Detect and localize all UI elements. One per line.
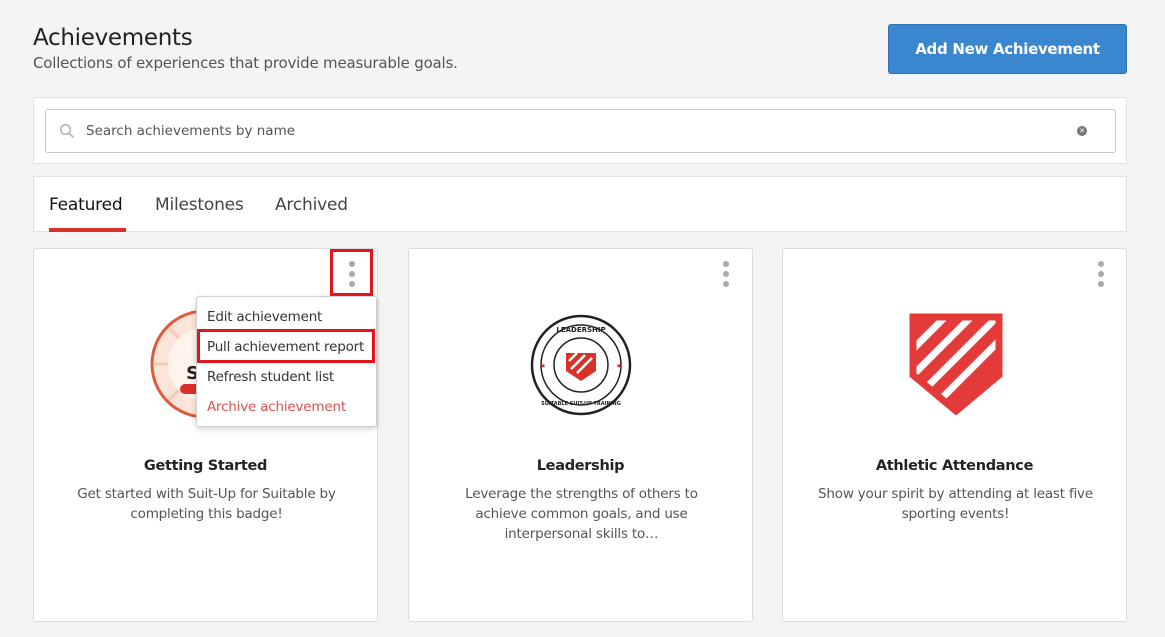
leadership-badge-bottom-text: SUITABLE SUIT-UP TRAINING bbox=[541, 401, 621, 407]
card-options-kebab-icon[interactable] bbox=[720, 261, 732, 287]
highlight-box-pull-report bbox=[197, 329, 375, 363]
search-icon bbox=[59, 123, 74, 138]
search-panel: ✕ bbox=[33, 97, 1127, 164]
page-header: Achievements Collections of experiences … bbox=[33, 24, 458, 72]
menu-item-edit-achievement[interactable]: Edit achievement bbox=[207, 309, 322, 325]
highlight-box-kebab bbox=[330, 249, 373, 296]
svg-text:★: ★ bbox=[540, 362, 546, 370]
menu-item-refresh-student-list[interactable]: Refresh student list bbox=[207, 369, 334, 385]
leadership-badge-icon: LEADERSHIP SUITABLE SUIT-UP TRAINING ★ ★ bbox=[530, 314, 632, 416]
card-title: Athletic Attendance bbox=[875, 458, 1034, 474]
card-title: Leadership bbox=[536, 458, 625, 474]
page-subtitle: Collections of experiences that provide … bbox=[33, 54, 458, 72]
achievement-card-leadership[interactable]: LEADERSHIP SUITABLE SUIT-UP TRAINING ★ ★… bbox=[408, 248, 753, 622]
tab-featured[interactable]: Featured bbox=[49, 195, 123, 215]
card-title: Getting Started bbox=[143, 458, 268, 474]
add-new-achievement-button[interactable]: Add New Achievement bbox=[888, 24, 1127, 74]
search-box: ✕ bbox=[45, 109, 1116, 153]
search-input[interactable] bbox=[86, 110, 1046, 152]
card-description: Show your spirit by attending at least f… bbox=[818, 486, 1093, 522]
card-options-kebab-icon[interactable] bbox=[1095, 261, 1107, 287]
active-tab-indicator bbox=[49, 228, 126, 232]
achievement-card-athletic-attendance[interactable]: Athletic Attendance Show your spirit by … bbox=[782, 248, 1127, 622]
svg-text:★: ★ bbox=[616, 362, 622, 370]
clear-search-icon[interactable]: ✕ bbox=[1077, 126, 1087, 136]
menu-item-archive-achievement[interactable]: Archive achievement bbox=[207, 399, 346, 415]
tab-bar: Featured Milestones Archived bbox=[33, 176, 1127, 232]
tab-archived[interactable]: Archived bbox=[275, 195, 348, 215]
page-title: Achievements bbox=[33, 25, 193, 51]
tab-milestones[interactable]: Milestones bbox=[155, 195, 244, 215]
card-description: Leverage the strengths of others to achi… bbox=[465, 486, 698, 542]
athletic-shield-icon bbox=[909, 313, 1003, 415]
leadership-badge-top-text: LEADERSHIP bbox=[556, 326, 605, 334]
card-description: Get started with Suit-Up for Suitable by… bbox=[77, 486, 336, 522]
